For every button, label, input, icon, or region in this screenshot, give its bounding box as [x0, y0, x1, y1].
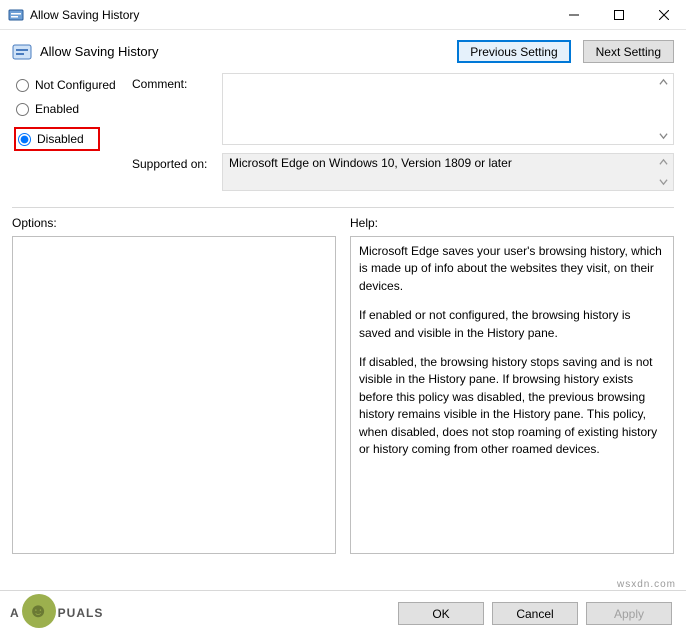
scroll-up-icon[interactable] [656, 155, 671, 170]
radio-not-configured-input[interactable] [16, 79, 29, 92]
scroll-down-icon[interactable] [656, 174, 671, 189]
lower-section: Options: Help: Microsoft Edge saves your… [0, 214, 686, 554]
radio-not-configured-label: Not Configured [35, 78, 116, 92]
comment-label: Comment: [132, 71, 222, 91]
supported-on-box: Microsoft Edge on Windows 10, Version 18… [222, 153, 674, 191]
state-radio-group: Not Configured Enabled Disabled [14, 71, 132, 151]
options-panel [12, 236, 336, 554]
minimize-button[interactable] [551, 0, 596, 30]
scroll-up-icon[interactable] [656, 75, 671, 90]
previous-setting-button[interactable]: Previous Setting [457, 40, 570, 63]
cancel-label: Cancel [516, 607, 553, 621]
next-setting-label: Next Setting [596, 45, 661, 59]
help-paragraph-2: If enabled or not configured, the browsi… [359, 307, 665, 342]
help-paragraph-1: Microsoft Edge saves your user's browsin… [359, 243, 665, 295]
policy-icon [12, 42, 32, 62]
radio-disabled-input[interactable] [18, 133, 31, 146]
brand-prefix: A [10, 606, 20, 620]
ok-button[interactable]: OK [398, 602, 484, 625]
apply-button[interactable]: Apply [586, 602, 672, 625]
divider [12, 207, 674, 208]
radio-not-configured[interactable]: Not Configured [14, 77, 132, 93]
nav-buttons: Previous Setting Next Setting [457, 40, 674, 63]
apply-label: Apply [614, 607, 644, 621]
supported-on-field-cell: Microsoft Edge on Windows 10, Version 18… [222, 151, 674, 191]
scroll-down-icon[interactable] [656, 128, 671, 143]
brand-suffix: PUALS [58, 606, 104, 620]
titlebar: Allow Saving History [0, 0, 686, 30]
window-controls [551, 0, 686, 30]
ok-label: OK [432, 607, 449, 621]
maximize-button[interactable] [596, 0, 641, 30]
help-column: Help: Microsoft Edge saves your user's b… [350, 214, 674, 554]
brand-logo-icon: ☻ [22, 594, 56, 628]
appuals-logo: A ☻ PUALS [10, 596, 103, 630]
comment-field-cell [222, 71, 674, 145]
window-title: Allow Saving History [30, 8, 551, 22]
close-button[interactable] [641, 0, 686, 30]
header-row: Allow Saving History Previous Setting Ne… [0, 30, 686, 69]
radio-enabled[interactable]: Enabled [14, 101, 132, 117]
options-label: Options: [12, 214, 336, 236]
next-setting-button[interactable]: Next Setting [583, 40, 674, 63]
settings-grid: Not Configured Enabled Disabled Comment:… [0, 69, 686, 197]
radio-enabled-input[interactable] [16, 103, 29, 116]
radio-disabled-label: Disabled [37, 132, 84, 146]
options-column: Options: [12, 214, 336, 554]
policy-title: Allow Saving History [40, 44, 449, 59]
supported-on-label: Supported on: [132, 151, 222, 171]
radio-disabled[interactable]: Disabled [14, 127, 100, 151]
supported-on-value: Microsoft Edge on Windows 10, Version 18… [229, 156, 512, 170]
comment-textarea[interactable] [222, 73, 674, 145]
help-paragraph-3: If disabled, the browsing history stops … [359, 354, 665, 458]
help-panel: Microsoft Edge saves your user's browsin… [350, 236, 674, 554]
cancel-button[interactable]: Cancel [492, 602, 578, 625]
help-label: Help: [350, 214, 674, 236]
previous-setting-label: Previous Setting [470, 45, 557, 59]
radio-enabled-label: Enabled [35, 102, 79, 116]
watermark-text: wsxdn.com [617, 579, 676, 590]
window-icon [8, 7, 24, 23]
